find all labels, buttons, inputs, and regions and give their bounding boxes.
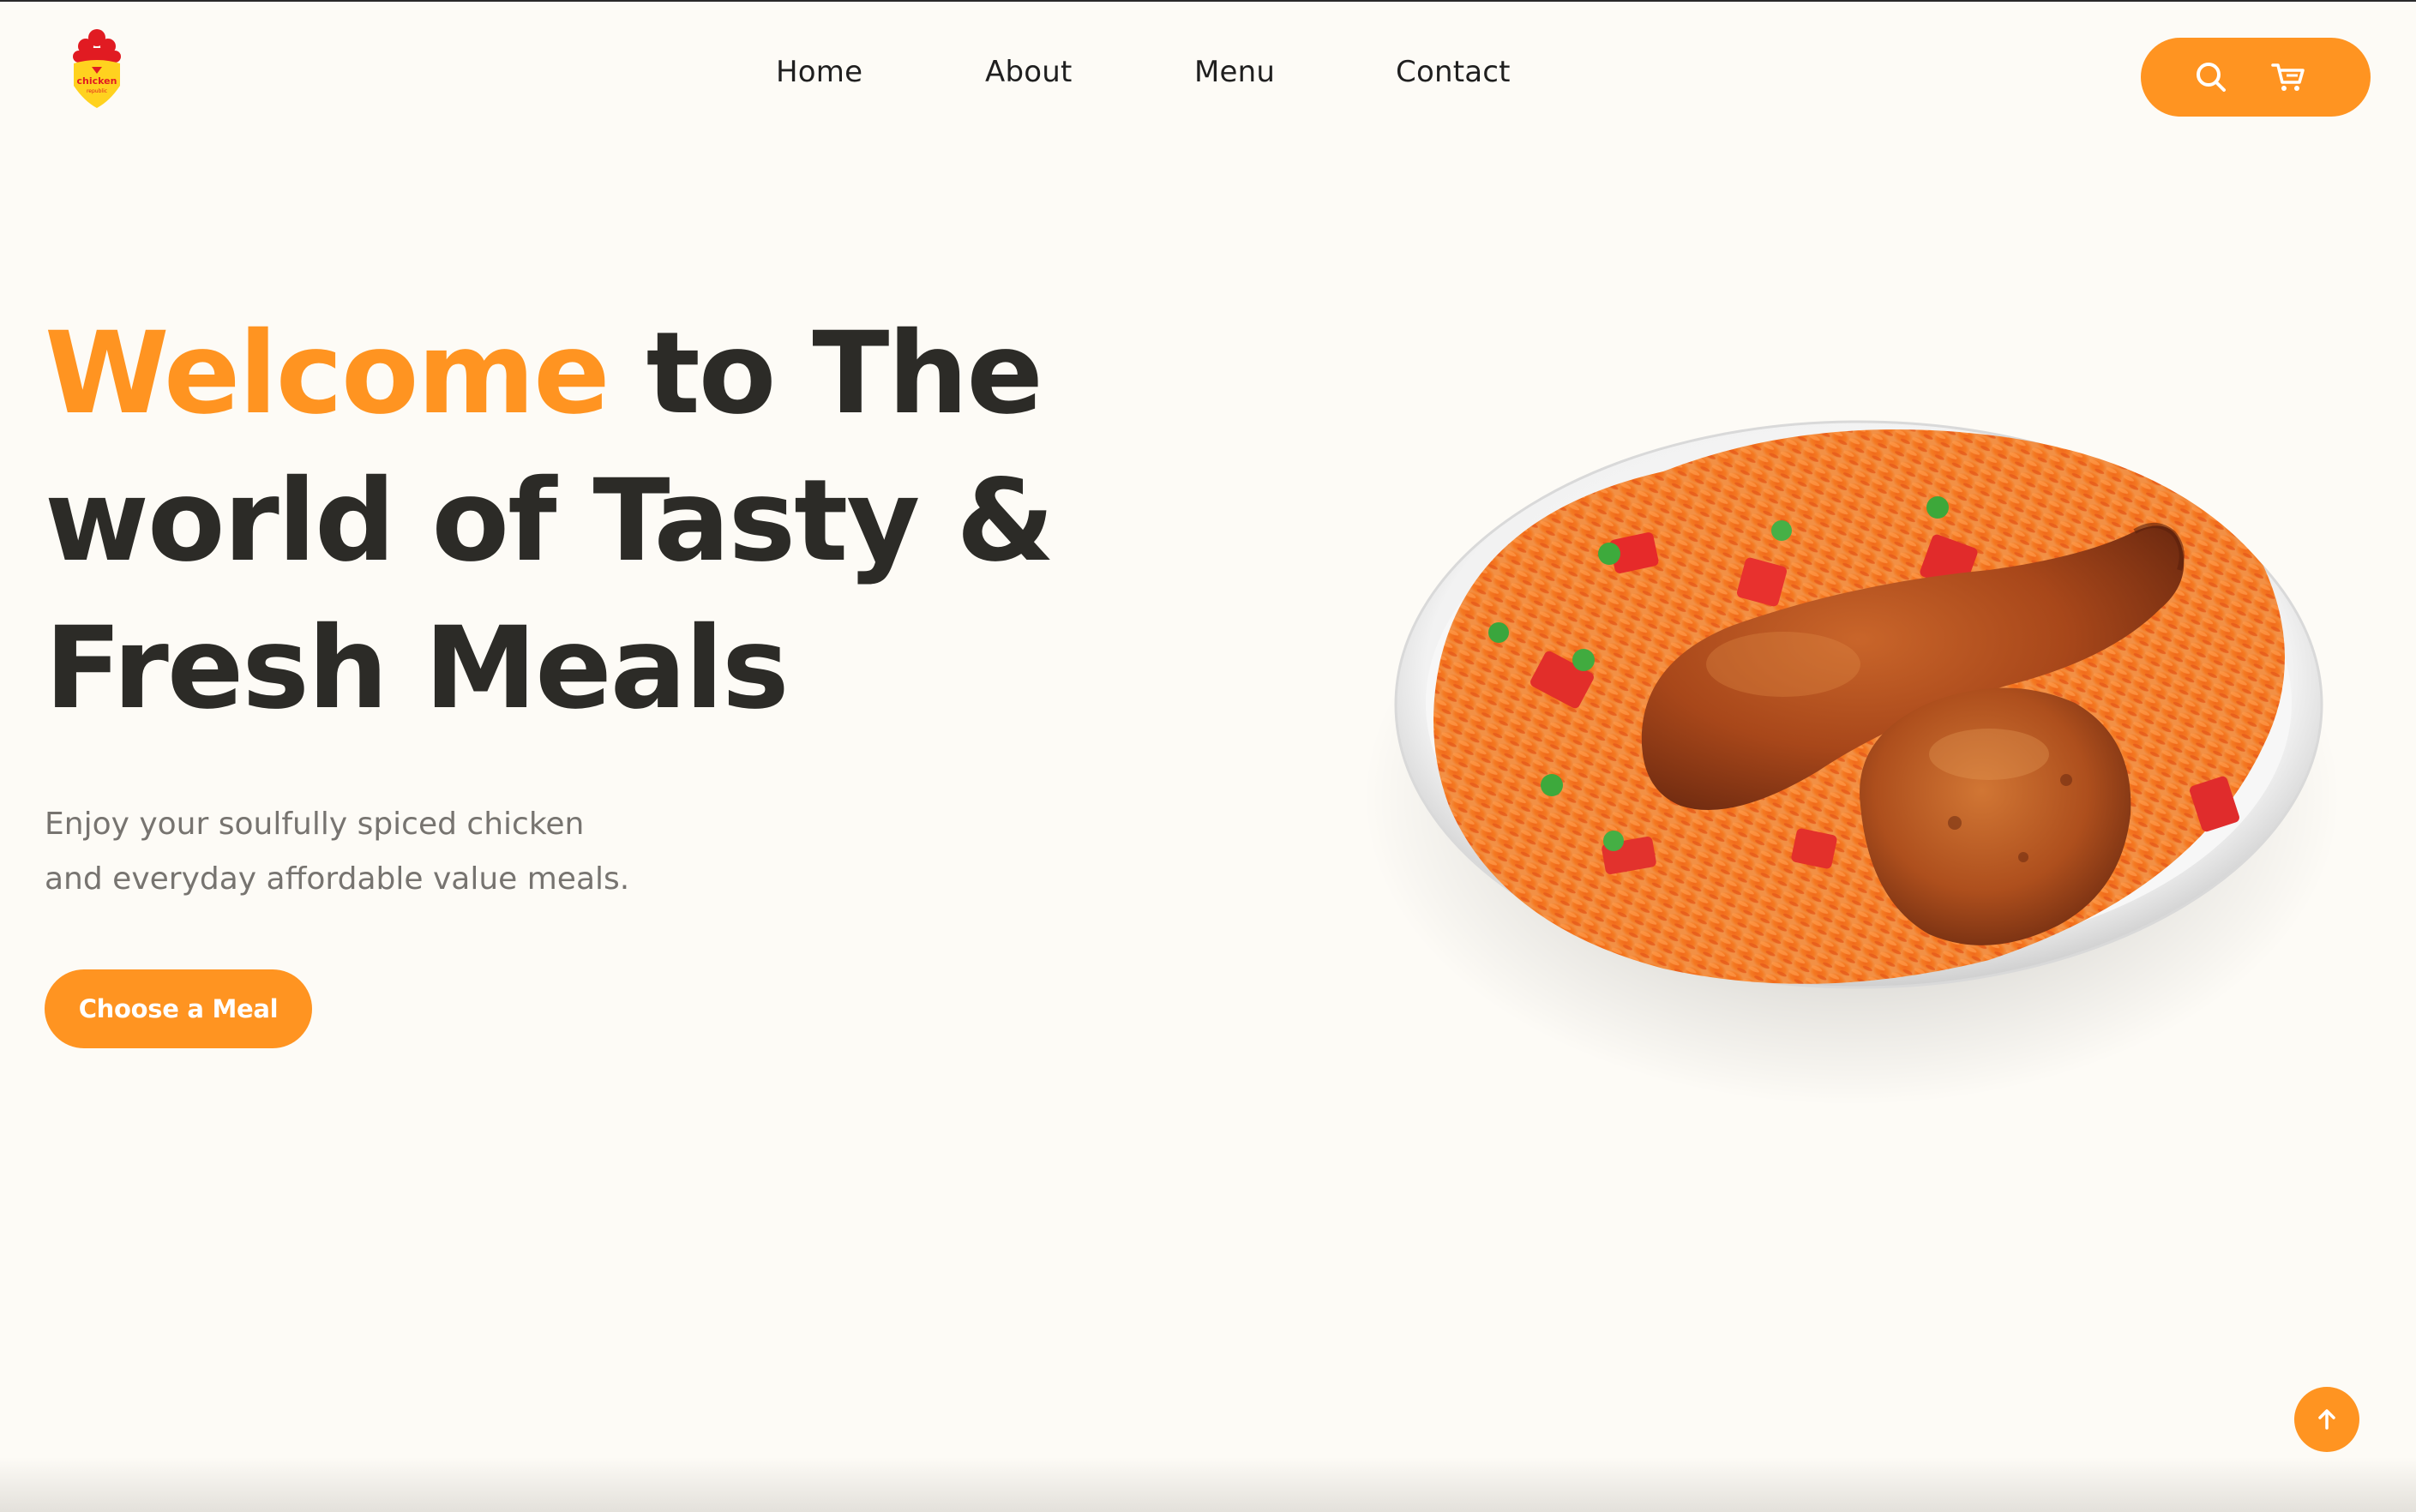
hero-title-line2: world of Tasty & [45, 455, 1055, 587]
hero-title-line3: Fresh Meals [45, 603, 790, 735]
nav-link-contact[interactable]: Contact [1396, 55, 1511, 89]
site-header: chicken republic Home About Menu Contact [0, 2, 2416, 153]
nav-link-home[interactable]: Home [776, 55, 862, 89]
arrow-up-icon [2318, 1409, 2335, 1430]
nav-link-menu[interactable]: Menu [1194, 55, 1275, 89]
hero-title-accent: Welcome [45, 308, 610, 440]
hero-title: Welcome to The world of Tasty & Fresh Me… [45, 300, 1159, 742]
hero-subtitle-line1: Enjoy your soulfully spiced chicken [45, 807, 585, 842]
search-icon[interactable] [2191, 57, 2232, 98]
hero-subtitle: Enjoy your soulfully spiced chicken and … [45, 797, 730, 907]
choose-meal-button[interactable]: Choose a Meal [45, 969, 312, 1048]
main-nav: Home About Menu Contact [0, 55, 2416, 106]
hero-title-line1: to The [608, 308, 1043, 440]
header-actions [2141, 38, 2371, 117]
hero-meal-image [1337, 377, 2349, 1149]
hero-subtitle-line2: and everyday affordable value meals. [45, 861, 630, 897]
scroll-to-top-button[interactable] [2294, 1387, 2359, 1452]
window-bottom-edge [0, 1457, 2416, 1512]
jollof-chicken-plate-icon [1363, 420, 2341, 1106]
cart-icon[interactable] [2268, 57, 2309, 98]
nav-link-about[interactable]: About [985, 55, 1073, 89]
